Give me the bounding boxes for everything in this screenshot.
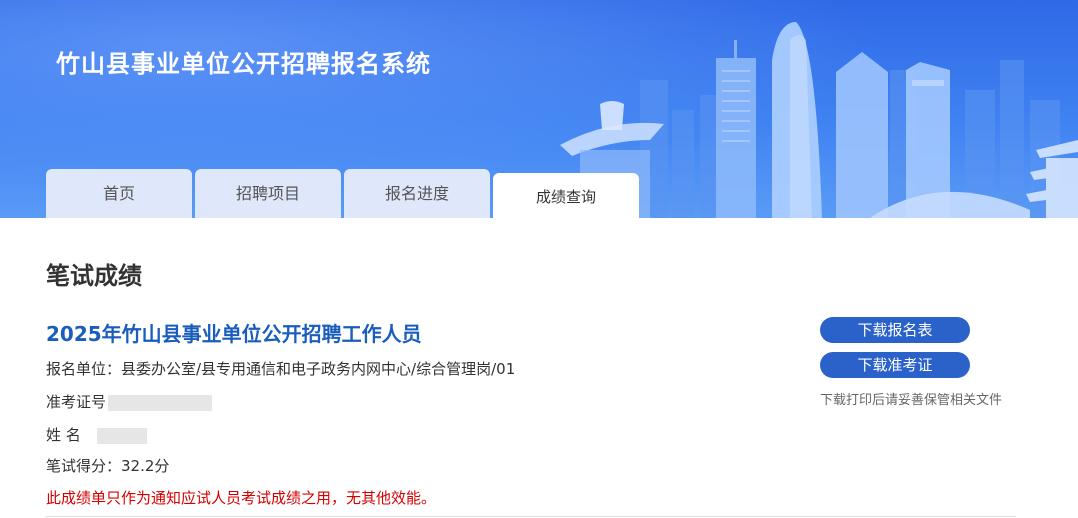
written-score: 笔试得分：32.2分 <box>46 457 170 475</box>
site-title: 竹山县事业单位公开招聘报名系统 <box>56 50 431 78</box>
exam-title: 2025年竹山县事业单位公开招聘工作人员 <box>46 322 422 346</box>
download-admission-ticket-button[interactable]: 下载准考证 <box>820 352 970 378</box>
name-row: 姓 名 <box>46 424 147 445</box>
tab-score-query[interactable]: 成绩查询 <box>493 173 639 218</box>
score-notice: 此成绩单只作为通知应试人员考试成绩之用，无其他效能。 <box>46 489 437 507</box>
ticket-number-row: 准考证号 <box>46 391 213 412</box>
tab-home[interactable]: 首页 <box>46 169 192 218</box>
name-redacted <box>96 427 147 444</box>
bottom-divider <box>46 516 1016 517</box>
ticket-number-label: 准考证号 <box>46 393 107 411</box>
name-label: 姓 名 <box>46 426 81 444</box>
tab-recruitment-projects[interactable]: 招聘项目 <box>195 169 341 218</box>
download-hint: 下载打印后请妥善保管相关文件 <box>820 393 1003 408</box>
header-banner: 竹山县事业单位公开招聘报名系统 首页 招聘项目 报名进度 成绩查询 <box>0 0 1078 218</box>
registration-unit: 报名单位：县委办公室/县专用通信和电子政务内网中心/综合管理岗/01 <box>46 360 516 378</box>
section-title: 笔试成绩 <box>46 262 142 290</box>
ticket-number-redacted <box>108 394 213 411</box>
tab-registration-progress[interactable]: 报名进度 <box>344 169 490 218</box>
download-registration-form-button[interactable]: 下载报名表 <box>820 317 970 343</box>
